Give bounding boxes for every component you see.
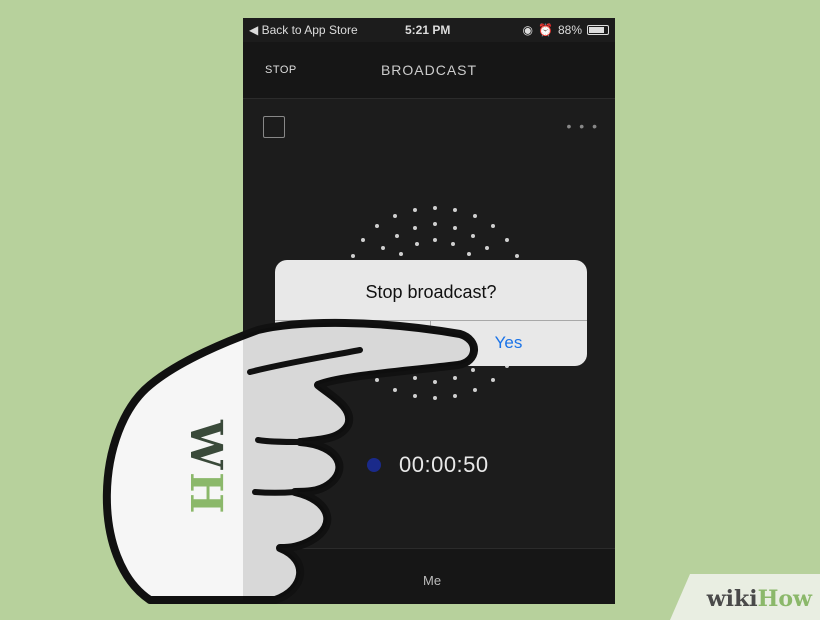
pointing-hand-illustration: W H <box>102 318 478 604</box>
wikihow-how: How <box>757 586 812 612</box>
wikihow-wiki: wiki <box>706 586 758 612</box>
svg-text:W: W <box>180 419 231 470</box>
wikihow-logo: wikiHow <box>670 574 820 620</box>
wikihow-wordmark: wikiHow <box>707 586 812 612</box>
svg-text:H: H <box>180 472 231 514</box>
